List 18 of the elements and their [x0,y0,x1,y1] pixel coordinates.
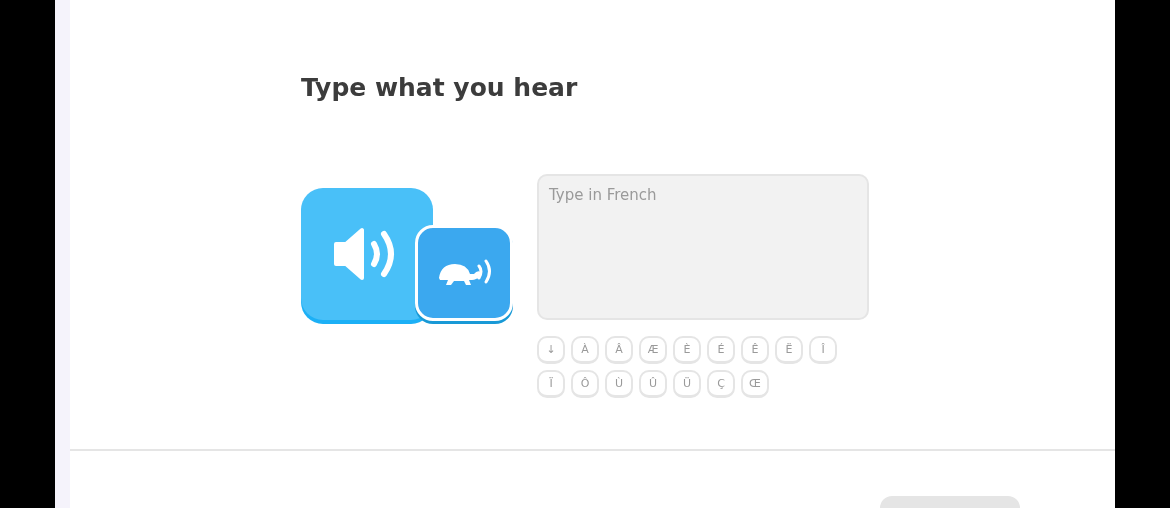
accent-key[interactable]: Â [605,336,633,364]
accent-key[interactable]: Ü [673,370,701,398]
accent-key[interactable]: Î [809,336,837,364]
accent-key[interactable]: À [571,336,599,364]
accent-key[interactable]: Ë [775,336,803,364]
accent-key[interactable]: Ù [605,370,633,398]
accent-key[interactable]: É [707,336,735,364]
accent-key[interactable]: Œ [741,370,769,398]
accent-key[interactable]: Æ [639,336,667,364]
accent-key[interactable]: Ï [537,370,565,398]
accent-key[interactable]: Ô [571,370,599,398]
accent-key[interactable]: Û [639,370,667,398]
accent-key[interactable]: È [673,336,701,364]
accent-key[interactable]: Ç [707,370,735,398]
accent-key[interactable]: ↓ [537,336,565,364]
accent-key[interactable]: Ê [741,336,769,364]
answer-field[interactable]: Type in French [537,174,869,320]
prompt-title: Type what you hear [301,73,578,103]
